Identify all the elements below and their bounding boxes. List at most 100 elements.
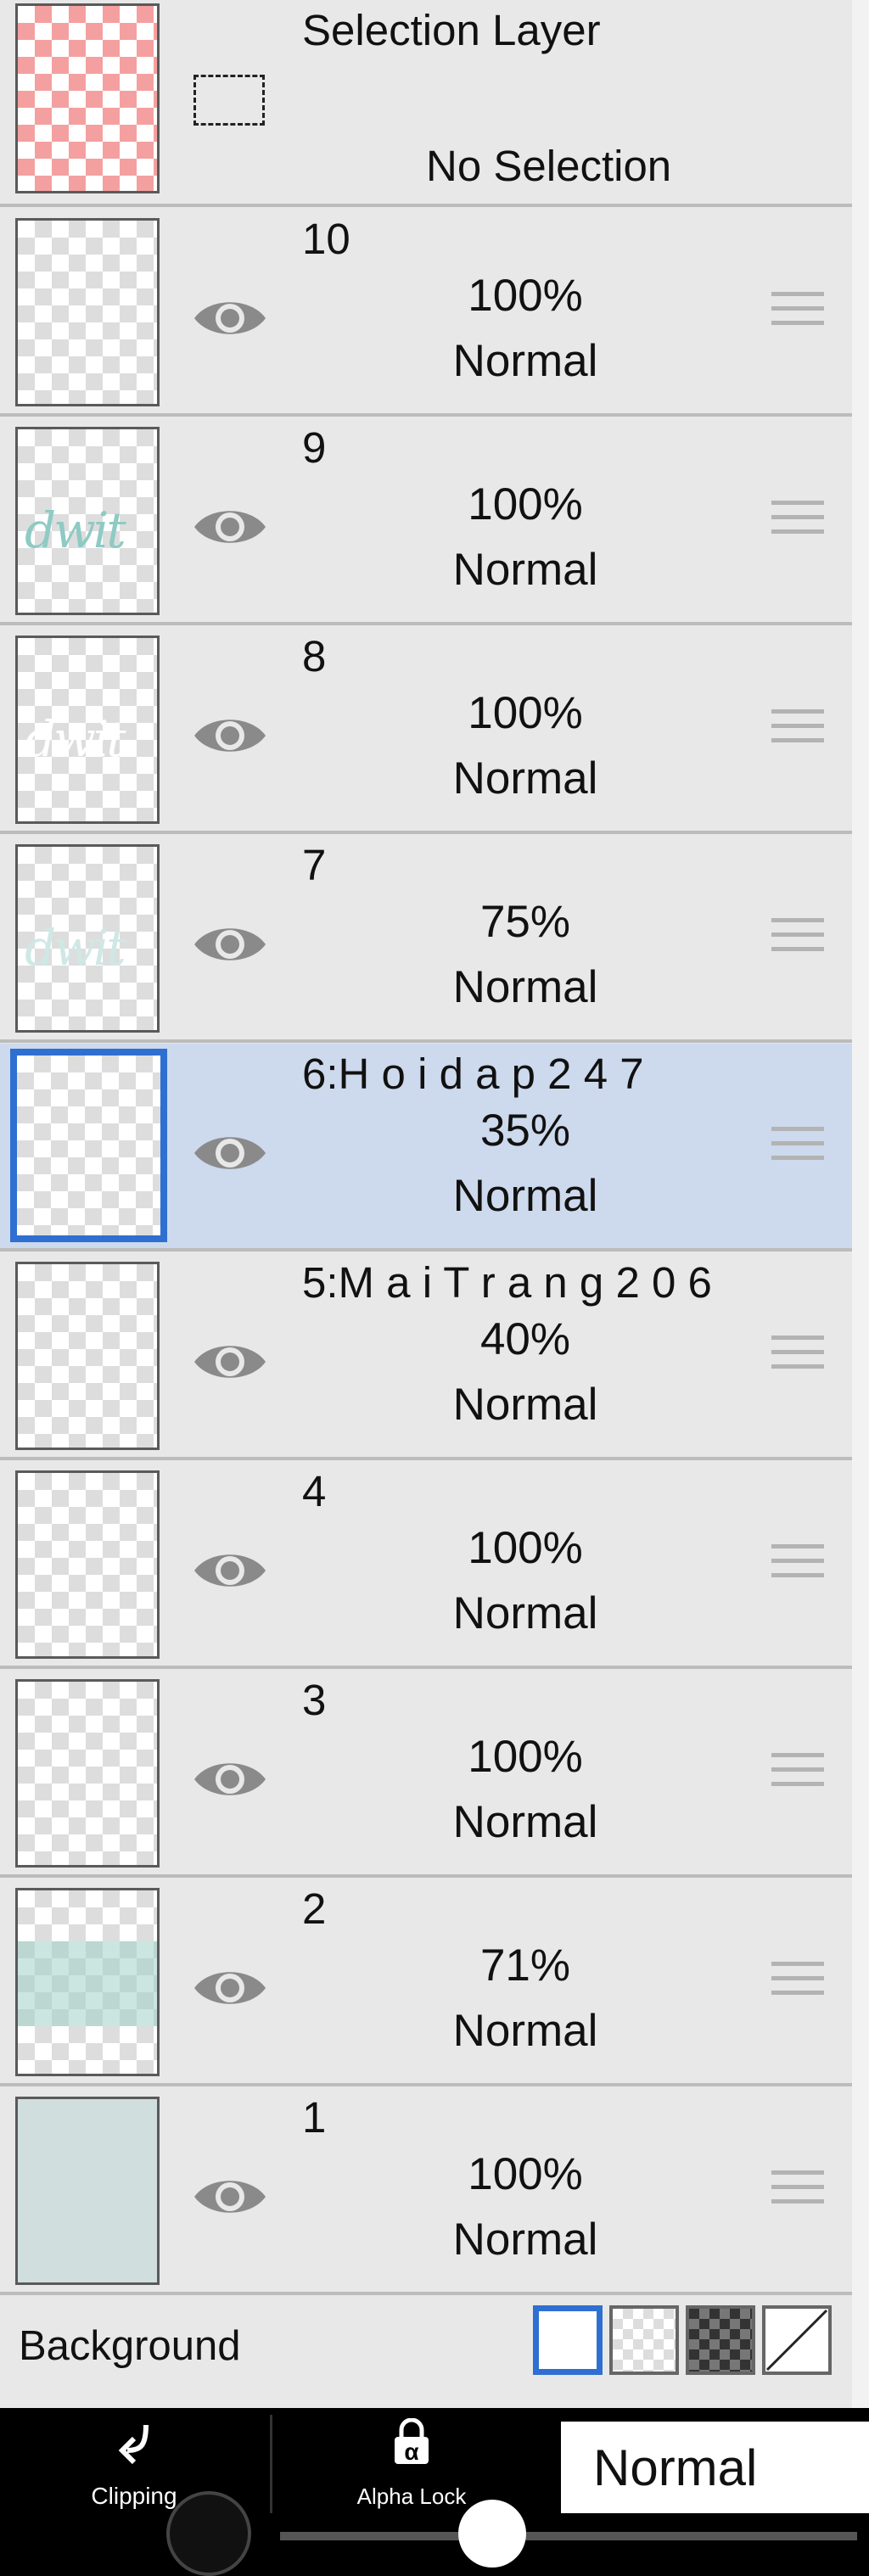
selection-layer-row[interactable]: Selection Layer No Selection: [0, 0, 852, 193]
alpha-lock-button[interactable]: α Alpha Lock: [274, 2415, 549, 2513]
drag-handle-icon[interactable]: [771, 1753, 824, 1800]
diagonal-slash-icon: [765, 2309, 828, 2372]
layer-thumbnail: [10, 1049, 167, 1242]
visibility-eye-icon[interactable]: [191, 2172, 269, 2221]
background-dark-checker-option[interactable]: [686, 2305, 755, 2375]
divider: [0, 1248, 852, 1252]
layer-name: 5:M a i T r a n g 2 0 6: [302, 1258, 712, 1307]
layer-opacity: 71%: [479, 1940, 571, 1991]
drag-handle-icon[interactable]: [771, 2170, 824, 2218]
layer-opacity: 100%: [468, 2149, 583, 2199]
background-transparent-option[interactable]: [609, 2305, 679, 2375]
layer-thumbnail: [15, 1262, 160, 1450]
layer-blend-mode: Normal: [452, 962, 598, 1012]
layer-row[interactable]: dwit 9 100% Normal: [0, 417, 852, 622]
clipping-arrow-icon: [118, 2424, 149, 2465]
layer-thumbnail: dwit: [15, 636, 160, 824]
layer-row[interactable]: 10 100% Normal: [0, 209, 852, 413]
drag-handle-icon[interactable]: [771, 292, 824, 339]
color-swatch[interactable]: [166, 2491, 251, 2576]
layer-thumbnail: [15, 1470, 160, 1659]
layer-panel: Selection Layer No Selection 10 100% Norma…: [0, 0, 852, 2408]
layer-name: 2: [302, 1884, 327, 1933]
layer-thumbnail: dwit: [15, 844, 160, 1033]
visibility-eye-icon[interactable]: [191, 502, 269, 552]
divider: [0, 1457, 852, 1460]
thumbnail-lettering: dwit: [25, 710, 126, 768]
layer-row[interactable]: dwit 8 100% Normal: [0, 626, 852, 831]
layer-opacity: 100%: [468, 479, 583, 529]
divider: [0, 1039, 852, 1043]
drag-handle-icon[interactable]: [771, 1544, 824, 1592]
opacity-slider-track[interactable]: [280, 2532, 857, 2540]
divider: [0, 1666, 852, 1669]
background-row: Background: [0, 2302, 852, 2404]
scrollbar[interactable]: [852, 0, 869, 2408]
layer-blend-mode: Normal: [452, 1797, 598, 1847]
divider: [0, 622, 852, 625]
layer-blend-mode: Normal: [452, 545, 598, 595]
layer-opacity: 40%: [479, 1314, 571, 1364]
divider: [0, 413, 852, 417]
visibility-eye-icon[interactable]: [191, 1337, 269, 1386]
layer-name: 4: [302, 1467, 327, 1515]
layer-blend-mode: Normal: [452, 1380, 598, 1430]
divider: [0, 204, 852, 207]
toolbar-divider: [270, 2415, 272, 2513]
selection-layer-title: Selection Layer: [302, 6, 601, 54]
background-white-option[interactable]: [533, 2305, 603, 2375]
drag-handle-icon[interactable]: [771, 1336, 824, 1383]
layer-row[interactable]: dwit 7 75% Normal: [0, 835, 852, 1039]
thumbnail-lettering: dwit: [25, 919, 126, 977]
layer-name: 9: [302, 423, 327, 472]
layer-toolbar: Clipping α Alpha Lock Normal: [0, 2415, 869, 2517]
layer-row[interactable]: 3 100% Normal: [0, 1670, 852, 1874]
divider: [0, 831, 852, 834]
layer-opacity: 100%: [468, 1732, 583, 1782]
layer-blend-mode: Normal: [452, 2215, 598, 2265]
layer-blend-mode: Normal: [452, 753, 598, 804]
layer-name: 6:H o i d a p 2 4 7: [302, 1050, 644, 1098]
visibility-eye-icon[interactable]: [191, 1128, 269, 1178]
layer-row[interactable]: 5:M a i T r a n g 2 0 6 40% Normal: [0, 1252, 852, 1457]
visibility-eye-icon[interactable]: [191, 1755, 269, 1804]
drag-handle-icon[interactable]: [771, 918, 824, 966]
layer-row[interactable]: 6:H o i d a p 2 4 7 35% Normal: [0, 1044, 852, 1248]
layer-thumbnail: [15, 1679, 160, 1868]
layer-row[interactable]: 1 100% Normal: [0, 2087, 852, 2292]
thumbnail-lettering: dwit: [25, 501, 126, 559]
layer-name: 1: [302, 2093, 327, 2142]
layer-row[interactable]: 2 71% Normal: [0, 1879, 852, 2083]
alpha-glyph: α: [404, 2439, 419, 2465]
layer-blend-mode: Normal: [452, 1171, 598, 1221]
visibility-eye-icon[interactable]: [191, 294, 269, 343]
opacity-slider-thumb[interactable]: [458, 2500, 526, 2568]
layer-thumbnail: [15, 1888, 160, 2076]
visibility-eye-icon[interactable]: [191, 711, 269, 760]
layer-name: 8: [302, 632, 327, 680]
blend-mode-select[interactable]: Normal: [561, 2422, 869, 2513]
opacity-slider-bar: [0, 2491, 869, 2576]
visibility-eye-icon[interactable]: [191, 1963, 269, 2013]
thumbnail-band: [18, 1941, 157, 2026]
selection-layer-thumbnail: [15, 3, 160, 193]
divider: [0, 2083, 852, 2086]
layer-opacity: 100%: [468, 1523, 583, 1573]
blend-mode-value: Normal: [593, 2439, 758, 2496]
background-none-option[interactable]: [762, 2305, 832, 2375]
drag-handle-icon[interactable]: [771, 709, 824, 757]
drag-handle-icon[interactable]: [771, 1127, 824, 1174]
layer-blend-mode: Normal: [452, 1588, 598, 1638]
drag-handle-icon[interactable]: [771, 501, 824, 548]
selection-status: No Selection: [426, 142, 672, 190]
layer-opacity: 35%: [479, 1106, 571, 1156]
divider: [0, 2292, 852, 2295]
layer-thumbnail: [15, 2097, 160, 2285]
layer-thumbnail: [15, 218, 160, 406]
drag-handle-icon[interactable]: [771, 1962, 824, 2009]
visibility-eye-icon[interactable]: [191, 920, 269, 969]
visibility-eye-icon[interactable]: [191, 1546, 269, 1595]
layer-opacity: 75%: [479, 897, 571, 947]
layer-row[interactable]: 4 100% Normal: [0, 1461, 852, 1666]
layer-opacity: 100%: [468, 271, 583, 321]
